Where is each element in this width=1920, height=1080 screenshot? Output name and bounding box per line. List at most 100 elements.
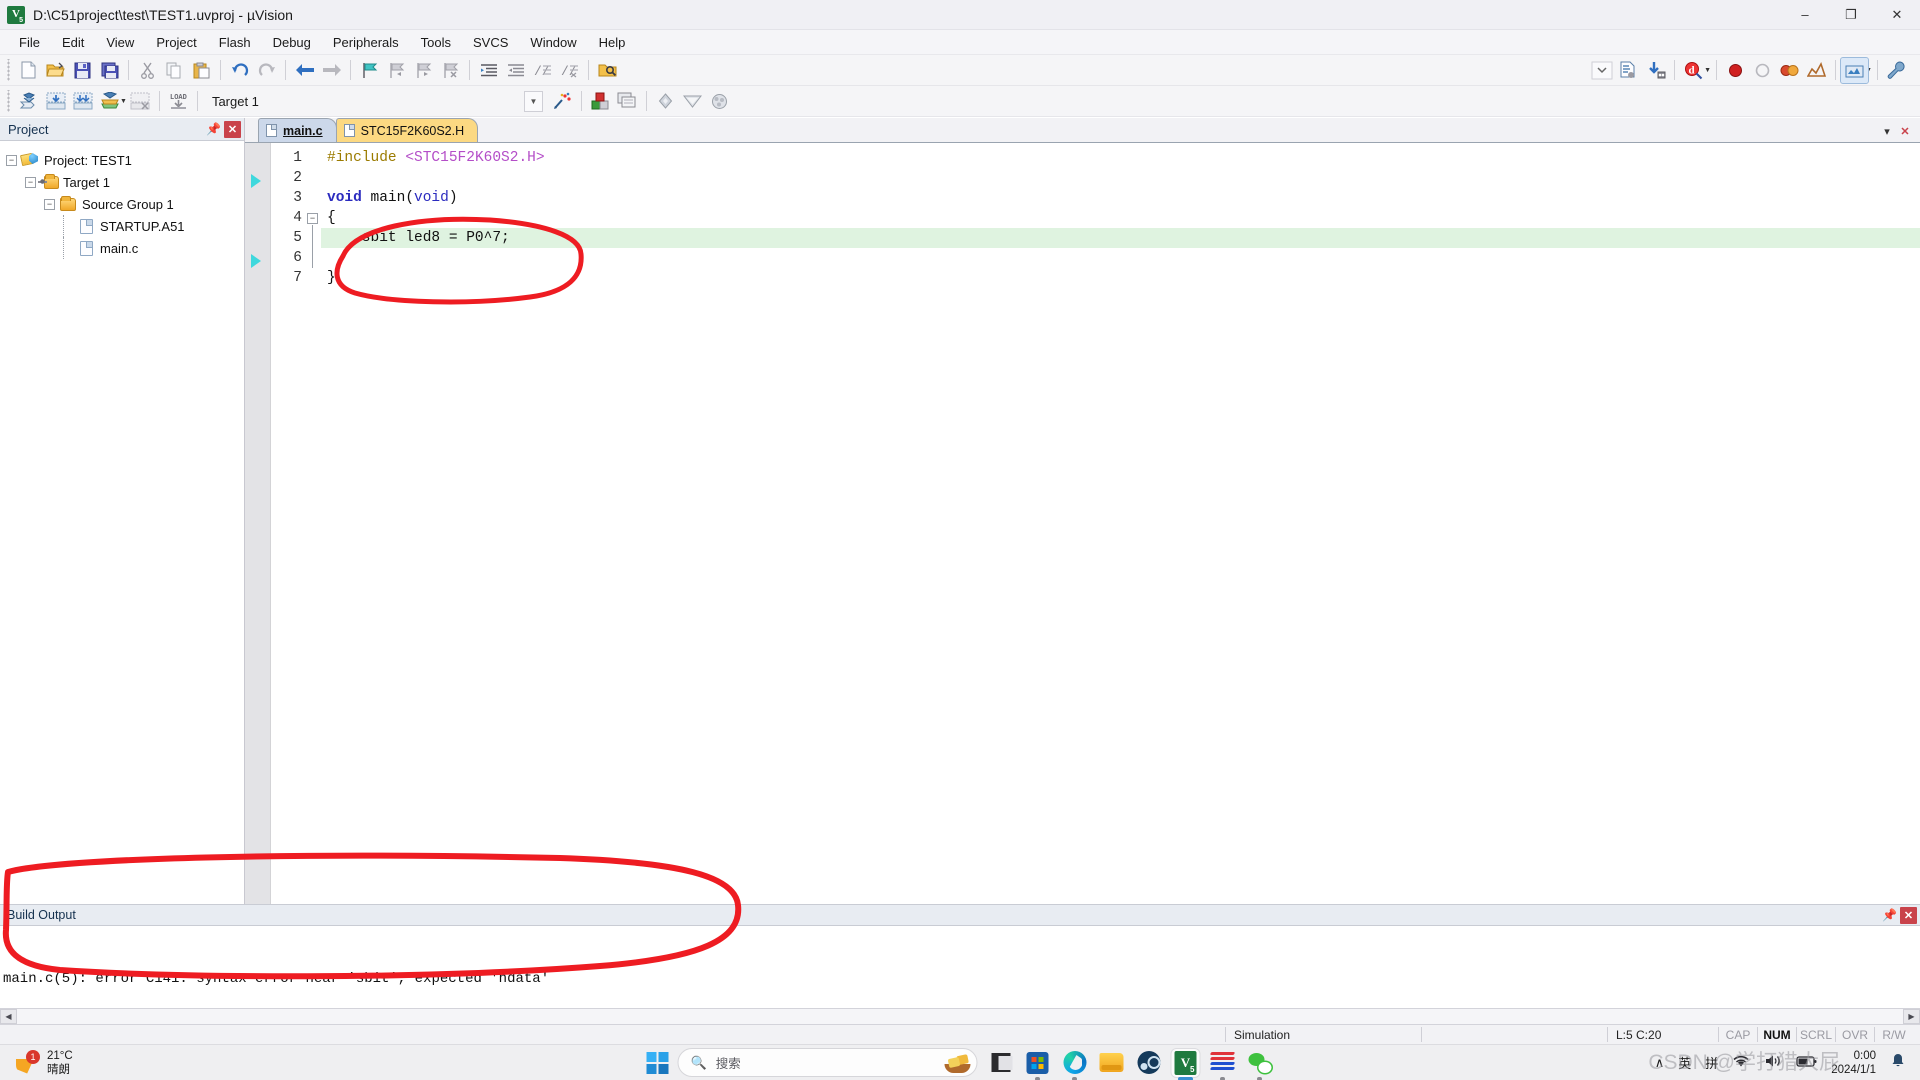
- undo-icon[interactable]: [226, 58, 253, 83]
- manage-project-items-icon[interactable]: [614, 89, 641, 114]
- toolbar-grip[interactable]: [5, 59, 12, 81]
- menu-help[interactable]: Help: [588, 32, 637, 53]
- target-options-icon[interactable]: [1840, 56, 1870, 84]
- ime-mode-indicator[interactable]: 拼: [1705, 1053, 1718, 1072]
- comment-icon[interactable]: //: [529, 58, 556, 83]
- keil-uvision-taskbar-icon[interactable]: [1171, 1048, 1200, 1077]
- wechat-icon[interactable]: [1246, 1049, 1274, 1077]
- navigate-forward-icon[interactable]: [318, 58, 345, 83]
- translate-icon[interactable]: [15, 89, 42, 114]
- scroll-right-icon[interactable]: ▶: [1903, 1009, 1920, 1024]
- menu-tools[interactable]: Tools: [410, 32, 462, 53]
- expander-icon[interactable]: −: [25, 176, 36, 188]
- redo-icon[interactable]: [253, 58, 280, 83]
- paste-icon[interactable]: [188, 58, 215, 83]
- new-file-icon[interactable]: [15, 58, 42, 83]
- tab-list-icon[interactable]: ▾: [1878, 120, 1896, 142]
- line-6-marker-icon[interactable]: [251, 254, 261, 268]
- analysis-icon[interactable]: [1803, 58, 1830, 83]
- pin-icon[interactable]: 📌: [1881, 907, 1898, 924]
- file-explorer-icon[interactable]: [1098, 1049, 1126, 1077]
- bookmark-prev-icon[interactable]: [383, 58, 410, 83]
- build-icon[interactable]: [42, 89, 69, 114]
- food-widget-icon[interactable]: [944, 1053, 971, 1073]
- build-toolbar-grip[interactable]: [5, 90, 12, 112]
- scroll-left-icon[interactable]: ◀: [0, 1009, 17, 1024]
- target-selector-dropdown-icon[interactable]: ▼: [523, 90, 543, 112]
- editor-tab-main-c[interactable]: main.c: [258, 118, 337, 142]
- clock[interactable]: 0:00 2024/1/1: [1831, 1049, 1876, 1077]
- menu-edit[interactable]: Edit: [51, 32, 95, 53]
- uncomment-icon[interactable]: //: [556, 58, 583, 83]
- tree-node-file-main[interactable]: main.c: [6, 237, 244, 259]
- cad-app-icon[interactable]: [1209, 1049, 1237, 1077]
- combo-dropdown-icon[interactable]: [1588, 58, 1615, 83]
- breakpoint-gutter[interactable]: [245, 143, 271, 943]
- functions-window-icon[interactable]: [706, 89, 733, 114]
- settings-icon[interactable]: [1883, 58, 1910, 83]
- steam-icon[interactable]: [1135, 1049, 1163, 1077]
- task-view-icon[interactable]: [987, 1049, 1015, 1077]
- menu-debug[interactable]: Debug: [262, 32, 322, 53]
- close-button[interactable]: ✕: [1874, 0, 1920, 30]
- menu-flash[interactable]: Flash: [208, 32, 262, 53]
- weather-widget[interactable]: 1 21°C 晴朗: [14, 1049, 73, 1077]
- expander-icon[interactable]: −: [44, 198, 55, 210]
- batch-build-icon[interactable]: [96, 89, 123, 114]
- maximize-button[interactable]: ❐: [1828, 0, 1874, 30]
- insert-file-icon[interactable]: [1615, 58, 1642, 83]
- target-selector[interactable]: Target 1: [209, 90, 359, 112]
- project-window-icon[interactable]: [652, 89, 679, 114]
- volume-icon[interactable]: [1764, 1054, 1782, 1071]
- save-all-icon[interactable]: [96, 58, 123, 83]
- tab-close-icon[interactable]: ✕: [1896, 120, 1914, 142]
- notification-bell-icon[interactable]: [1890, 1053, 1906, 1072]
- fold-collapse-icon[interactable]: −: [307, 213, 318, 224]
- search-input[interactable]: 🔍 搜索: [677, 1048, 978, 1077]
- tree-node-target[interactable]: − Target 1: [6, 171, 244, 193]
- reset-icon[interactable]: [1776, 58, 1803, 83]
- menu-project[interactable]: Project: [145, 32, 207, 53]
- menu-peripherals[interactable]: Peripherals: [322, 32, 410, 53]
- tree-node-file-startup[interactable]: STARTUP.A51: [6, 215, 244, 237]
- code-folding-gutter[interactable]: −: [305, 143, 321, 943]
- wifi-icon[interactable]: [1732, 1054, 1750, 1071]
- bookmark-toggle-icon[interactable]: [356, 58, 383, 83]
- menu-view[interactable]: View: [95, 32, 145, 53]
- pin-icon[interactable]: 📌: [205, 121, 222, 138]
- code-editor[interactable]: 1 2 3 4 5 6 7 − #include <STC15F2K60S2.H…: [245, 143, 1920, 943]
- rebuild-icon[interactable]: [69, 89, 96, 114]
- menu-file[interactable]: File: [8, 32, 51, 53]
- microsoft-edge-icon[interactable]: [1061, 1049, 1089, 1077]
- minimize-button[interactable]: –: [1782, 0, 1828, 30]
- download-icon[interactable]: LOAD: [165, 89, 192, 114]
- close-icon[interactable]: ✕: [1900, 906, 1917, 924]
- outdent-icon[interactable]: [502, 58, 529, 83]
- save-icon[interactable]: [69, 58, 96, 83]
- windows-start-icon[interactable]: [646, 1051, 669, 1074]
- stop-build-icon[interactable]: [127, 89, 154, 114]
- tray-overflow-icon[interactable]: ∧: [1655, 1055, 1665, 1071]
- indent-icon[interactable]: [475, 58, 502, 83]
- close-icon[interactable]: ✕: [224, 120, 241, 138]
- microsoft-store-icon[interactable]: [1024, 1049, 1052, 1077]
- navigate-back-icon[interactable]: [291, 58, 318, 83]
- configuration-wizard-icon[interactable]: [1642, 58, 1669, 83]
- record-icon[interactable]: [1722, 58, 1749, 83]
- ime-language-indicator[interactable]: 英: [1678, 1053, 1691, 1072]
- open-file-icon[interactable]: [42, 58, 69, 83]
- battery-icon[interactable]: [1796, 1055, 1817, 1071]
- tree-node-group[interactable]: − Source Group 1: [6, 193, 244, 215]
- copy-icon[interactable]: [161, 58, 188, 83]
- scroll-track[interactable]: [17, 1009, 1903, 1024]
- stop-icon[interactable]: [1749, 58, 1776, 83]
- expander-icon[interactable]: −: [6, 154, 17, 166]
- find-in-files-icon[interactable]: [594, 58, 621, 83]
- tree-node-project[interactable]: − Project: TEST1: [6, 149, 244, 171]
- build-output-scrollbar[interactable]: ◀ ▶: [0, 1008, 1920, 1024]
- debug-search-icon[interactable]: d: [1680, 58, 1707, 83]
- books-window-icon[interactable]: [679, 89, 706, 114]
- bookmark-next-icon[interactable]: [410, 58, 437, 83]
- manage-components-icon[interactable]: [549, 89, 576, 114]
- line-2-marker-icon[interactable]: [251, 174, 261, 188]
